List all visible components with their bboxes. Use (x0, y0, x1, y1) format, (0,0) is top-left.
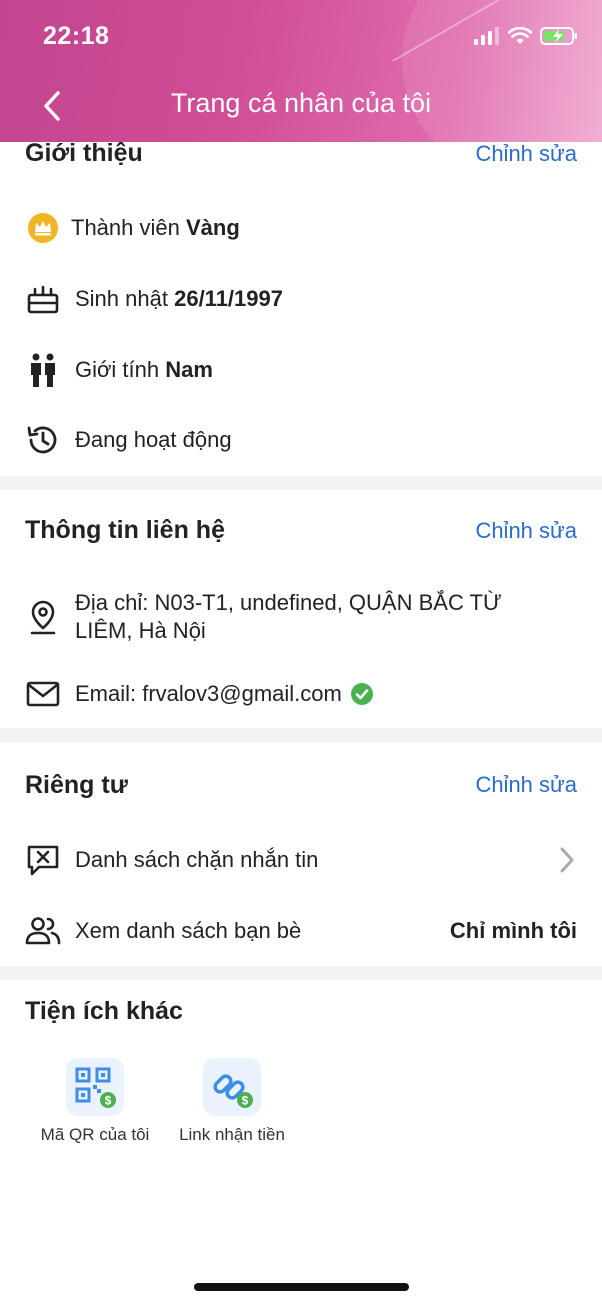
signal-icon (474, 27, 499, 45)
qr-code-icon: $ (75, 1067, 116, 1108)
privacy-section: Riêng tư Chỉnh sửa Danh sách chặn nhắn t… (0, 742, 602, 966)
utilities-title: Tiện ích khác (25, 997, 183, 1025)
page-title: Trang cá nhân của tôi (170, 88, 432, 118)
history-icon (25, 422, 61, 458)
block-list-row[interactable]: Danh sách chặn nhắn tin (25, 842, 577, 878)
friends-icon (25, 913, 61, 949)
privacy-title: Riêng tư (25, 771, 128, 799)
header-decoration (402, 0, 602, 142)
gender-icon (25, 352, 61, 388)
address-text: Địa chỉ: N03-T1, undefined, QUẬN BẮC TỪ … (75, 590, 502, 643)
qr-code-utility[interactable]: $ Mã QR của tôi (35, 1058, 155, 1145)
gender-row: Giới tính Nam (25, 352, 577, 388)
link-icon: $ (213, 1074, 253, 1108)
status-icons (474, 26, 578, 46)
gift-icon (25, 281, 61, 317)
svg-text:$: $ (242, 1094, 249, 1108)
section-divider (0, 728, 602, 742)
privacy-edit-button[interactable]: Chỉnh sửa (475, 772, 577, 798)
header: 22:18 Trang cá nhân của tôi (0, 0, 602, 142)
activity-row: Đang hoạt động (25, 422, 577, 458)
location-pin-icon (25, 599, 61, 635)
verified-icon (350, 683, 373, 705)
membership-label: Thành viên (71, 215, 180, 240)
activity-label: Đang hoạt động (75, 427, 232, 452)
membership-value: Vàng (185, 215, 240, 240)
payment-link-label: Link nhận tiền (179, 1125, 285, 1144)
payment-link-utility[interactable]: $ Link nhận tiền (172, 1058, 292, 1145)
membership-row: Thành viên Vàng (25, 210, 577, 246)
intro-title: Giới thiệu (25, 139, 143, 167)
contact-edit-button[interactable]: Chỉnh sửa (475, 518, 577, 544)
home-indicator[interactable] (194, 1283, 409, 1291)
mail-icon (25, 676, 61, 712)
block-list-label: Danh sách chặn nhắn tin (75, 847, 319, 872)
gender-value: Nam (165, 357, 213, 382)
friends-list-value: Chỉ mình tôi (449, 918, 577, 943)
crown-icon (25, 210, 61, 246)
email-text: Email: frvalov3@gmail.com (75, 681, 342, 706)
birthday-label: Sinh nhật (75, 286, 168, 311)
section-divider (0, 966, 602, 980)
contact-section: Thông tin liên hệ Chỉnh sửa Địa chỉ: N03… (0, 490, 602, 728)
qr-code-label: Mã QR của tôi (40, 1125, 150, 1144)
contact-title: Thông tin liên hệ (25, 516, 225, 544)
wifi-icon (508, 27, 532, 44)
friends-list-label: Xem danh sách bạn bè (75, 918, 302, 943)
intro-section: Giới thiệu Chỉnh sửa Thành viên Vàng Sin… (0, 139, 602, 476)
gender-label: Giới tính (75, 357, 160, 382)
birthday-value: 26/11/1997 (174, 286, 283, 311)
battery-charging-icon (540, 27, 577, 45)
intro-edit-button[interactable]: Chỉnh sửa (475, 141, 577, 167)
chevron-right-icon (560, 847, 574, 873)
svg-text:$: $ (105, 1094, 112, 1108)
birthday-row: Sinh nhật 26/11/1997 (25, 281, 577, 317)
section-divider (0, 476, 602, 490)
address-row: Địa chỉ: N03-T1, undefined, QUẬN BẮC TỪ … (25, 589, 577, 645)
status-time: 22:18 (43, 22, 110, 50)
friends-list-row[interactable]: Xem danh sách bạn bè Chỉ mình tôi (25, 913, 577, 949)
email-row: Email: frvalov3@gmail.com (25, 676, 577, 712)
message-block-icon (25, 842, 61, 878)
